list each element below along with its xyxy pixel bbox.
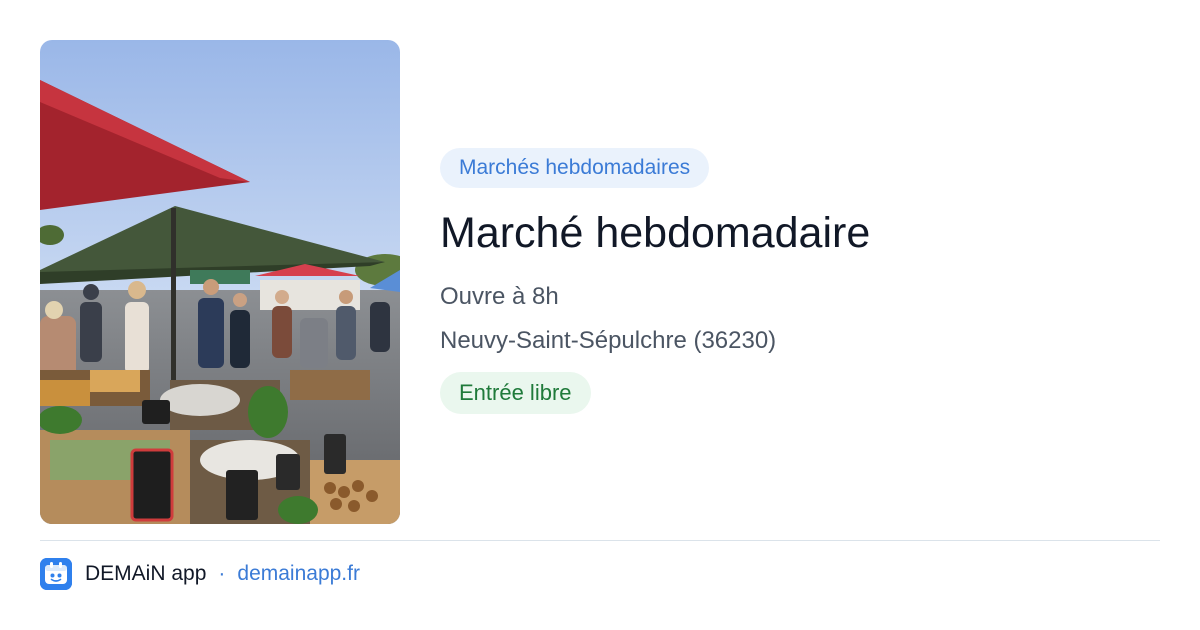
- category-chip[interactable]: Marchés hebdomadaires: [440, 148, 710, 188]
- footer-divider: [40, 540, 1160, 541]
- event-title: Marché hebdomadaire: [440, 209, 871, 257]
- footer: DEMAiN app · demainapp.fr: [40, 558, 360, 590]
- market-photo-image: [40, 40, 400, 524]
- app-logo-icon: [40, 558, 72, 590]
- app-name: DEMAiN app: [85, 562, 207, 585]
- event-hours: Ouvre à 8h: [440, 283, 559, 310]
- footer-separator: ·: [218, 562, 226, 585]
- app-link[interactable]: demainapp.fr: [237, 562, 360, 586]
- event-info: Marchés hebdomadaires Marché hebdomadair…: [440, 148, 1140, 414]
- event-location: Neuvy-Saint-Sépulchre (36230): [440, 327, 777, 354]
- entry-chip: Entrée libre: [440, 372, 591, 414]
- market-photo: [40, 40, 400, 524]
